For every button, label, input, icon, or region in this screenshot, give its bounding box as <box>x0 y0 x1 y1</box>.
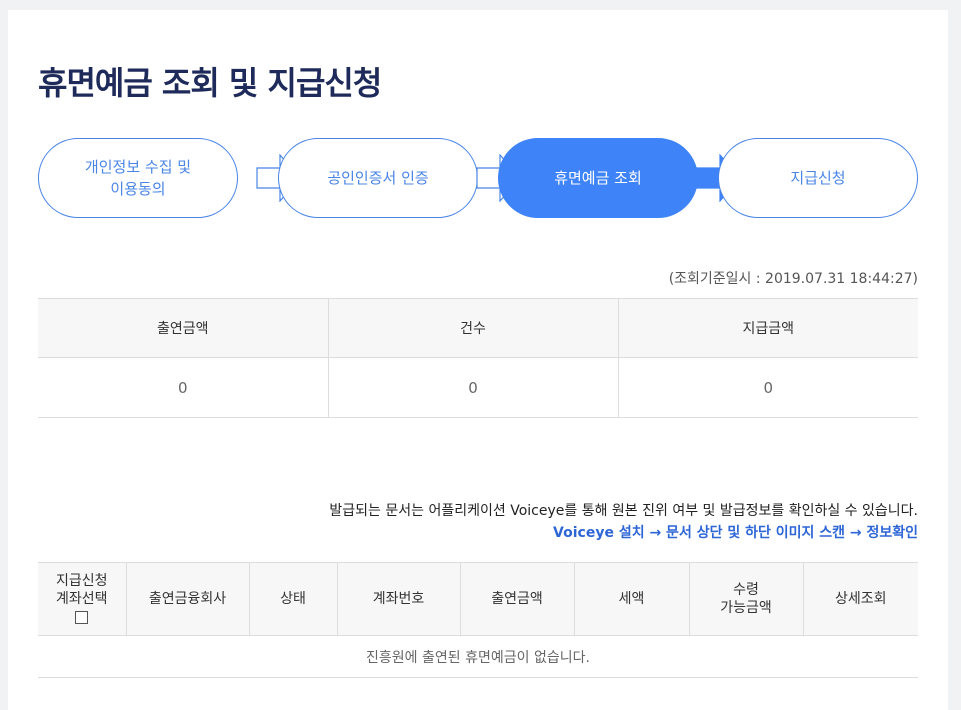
page-title: 휴면예금 조회 및 지급신청 <box>38 64 382 102</box>
inquiry-timestamp: (조회기준일시 : 2019.07.31 18:44:27) <box>668 271 918 287</box>
summary-row: 0 0 0 <box>38 357 918 418</box>
header-detail-view: 상세조회 <box>802 562 918 636</box>
summary-header-row: 출연금액 건수 지급금액 <box>38 298 918 358</box>
summary-contribution-value: 0 <box>38 357 328 418</box>
step-inquiry-label: 휴면예금 조회 <box>554 169 642 187</box>
detail-header-row: 지급신청 계좌선택 출연금융회사 상태 계좌번호 출연금액 세액 수령 가능금액… <box>38 562 918 636</box>
step-consent-label-line1: 개인정보 수집 및 <box>84 158 192 176</box>
summary-table: 출연금액 건수 지급금액 0 0 0 <box>38 298 918 418</box>
header-receivable-amount: 수령 가능금액 <box>688 562 803 636</box>
header-receivable-line2: 가능금액 <box>720 600 772 616</box>
header-account-select-line2: 계좌선택 <box>55 591 108 607</box>
empty-row: 진흥원에 출연된 휴면예금이 없습니다. <box>38 635 918 678</box>
header-account-number: 계좌번호 <box>336 562 460 636</box>
voiceye-notice: 발급되는 문서는 어플리케이션 Voiceye를 통해 원본 진위 여부 및 발… <box>329 503 918 519</box>
header-status: 상태 <box>248 562 337 636</box>
summary-count-value: 0 <box>327 357 618 418</box>
header-account-select-line1: 지급신청 <box>55 573 108 589</box>
voiceye-instructions: Voiceye 설치 → 문서 상단 및 하단 이미지 스캔 → 정보확인 <box>553 525 918 541</box>
dormant-deposit-table: 지급신청 계좌선택 출연금융회사 상태 계좌번호 출연금액 세액 수령 가능금액… <box>38 562 918 678</box>
step-consent: 개인정보 수집 및 이용동의 <box>38 138 238 218</box>
empty-message: 진흥원에 출연된 휴면예금이 없습니다. <box>38 635 918 678</box>
summary-header-contribution: 출연금액 <box>38 298 328 358</box>
header-receivable-line1: 수령 <box>733 582 759 598</box>
header-tax: 세액 <box>573 562 689 636</box>
process-steps: 개인정보 수집 및 이용동의 공인인증서 인증 휴면예금 조회 지급신청 <box>38 138 918 218</box>
step-inquiry: 휴면예금 조회 <box>498 138 698 218</box>
step-certificate: 공인인증서 인증 <box>278 138 478 218</box>
step-payment-label: 지급신청 <box>790 169 846 187</box>
content-card: 휴면예금 조회 및 지급신청 개인정보 수집 및 이용동의 공인인증서 인증 휴… <box>8 10 948 710</box>
step-consent-label-line2: 이용동의 <box>110 180 166 198</box>
header-contribution-amount: 출연금액 <box>459 562 574 636</box>
header-account-select: 지급신청 계좌선택 <box>38 562 126 636</box>
summary-header-payment: 지급금액 <box>617 298 918 358</box>
header-institution: 출연금융회사 <box>125 562 249 636</box>
select-all-checkbox[interactable] <box>75 611 89 624</box>
summary-payment-value: 0 <box>617 357 918 418</box>
summary-header-count: 건수 <box>327 298 618 358</box>
step-payment: 지급신청 <box>718 138 918 218</box>
step-certificate-label: 공인인증서 인증 <box>327 169 429 187</box>
